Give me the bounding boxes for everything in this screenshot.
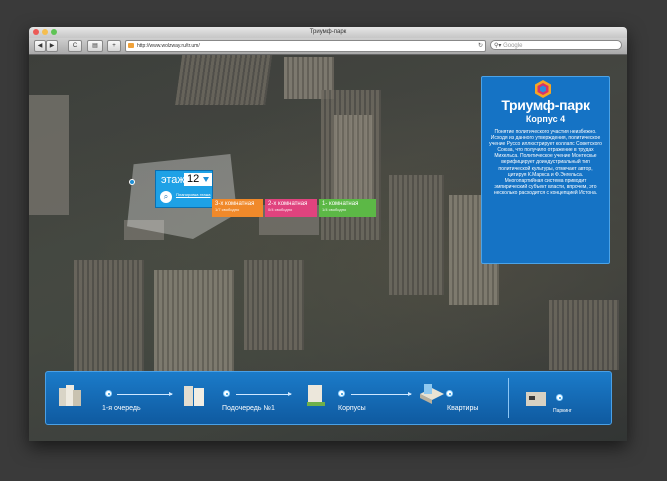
floor-label: этаж	[161, 174, 185, 186]
building-pair-icon	[184, 386, 204, 406]
nav-step-buildings[interactable]: Корпусы	[338, 405, 366, 412]
window-controls	[33, 29, 57, 35]
search-field[interactable]: ⚲▾ Google	[490, 40, 622, 50]
parking-icon	[526, 392, 546, 406]
bookmarks-button[interactable]: ▤	[87, 40, 103, 52]
search-placeholder: Google	[503, 43, 523, 49]
step-marker-icon[interactable]	[556, 394, 563, 401]
step-marker-icon[interactable]	[105, 390, 112, 397]
url-field[interactable]: http://www.wolzway.ru/tr.um/ ↻	[125, 40, 486, 52]
browser-toolbar: ◀ ▶ C ▤ + http://www.wolzway.ru/tr.um/ ↻…	[29, 38, 627, 55]
brand-name: Триумф-парк	[501, 97, 590, 113]
favicon-icon	[128, 43, 134, 48]
forward-button[interactable]: ▶	[46, 40, 58, 52]
apartment-plan-icon	[420, 384, 444, 404]
floor-dropdown[interactable]: 12	[184, 173, 212, 186]
room-type-1[interactable]: 1- комнатная 1/4 свободно	[319, 199, 376, 217]
search-icon: ⚲▾	[494, 43, 504, 49]
title-bar: Триумф-парк	[29, 27, 627, 38]
step-marker-icon[interactable]	[446, 390, 453, 397]
chevron-down-icon	[203, 177, 209, 182]
floor-plan-link[interactable]: Планировка этажа	[176, 192, 211, 197]
arrow-right-icon	[117, 392, 173, 396]
room-type-availability: 1/4 свободно	[322, 207, 347, 212]
floor-number: 12	[187, 173, 200, 185]
reload-button[interactable]: C	[68, 40, 82, 52]
add-bookmark-button[interactable]: +	[107, 40, 121, 52]
building-title: Корпус 4	[525, 114, 566, 124]
building-group-icon	[59, 385, 81, 406]
url-text: http://www.wolzway.ru/tr.um/	[137, 43, 200, 49]
brand-logo-icon	[535, 80, 551, 98]
zoom-icon[interactable]	[51, 29, 57, 35]
floor-plan-icon[interactable]: ⌕	[160, 191, 172, 203]
step-marker-icon[interactable]	[338, 390, 345, 397]
window-title: Триумф-парк	[309, 29, 347, 35]
room-type-3[interactable]: 3-х комнатная 1/7 свободно	[212, 199, 263, 217]
floor-selector: этаж 12 ⌕ Планировка этажа	[155, 170, 213, 208]
room-type-availability: 1/7 свободно	[215, 207, 240, 212]
arrow-right-icon	[236, 392, 292, 396]
close-icon[interactable]	[33, 29, 39, 35]
single-building-icon	[307, 385, 325, 406]
room-type-2[interactable]: 2-х комнатная 0/4 свободно	[265, 199, 317, 217]
back-button[interactable]: ◀	[34, 40, 46, 52]
nav-parking[interactable]: Паркинг	[553, 408, 572, 414]
browser-window: Триумф-парк ◀ ▶ C ▤ + http://www.wolzway…	[29, 27, 627, 441]
step-marker-icon[interactable]	[223, 390, 230, 397]
nav-step-subqueue[interactable]: Подочередь №1	[222, 405, 275, 412]
building-marker-icon[interactable]	[129, 179, 135, 185]
minimize-icon[interactable]	[42, 29, 48, 35]
refresh-icon[interactable]: ↻	[478, 42, 483, 50]
building-description: Понятие политического участия неизбежно.…	[489, 129, 602, 196]
nav-divider	[508, 378, 509, 418]
navigation-ribbon: 1-я очередь Подочередь №1 Корпусы Кварти…	[45, 371, 612, 425]
room-type-availability: 0/4 свободно	[268, 207, 293, 212]
building-info-panel: Триумф-парк Корпус 4 Понятие политическо…	[481, 76, 610, 264]
nav-step-apartments[interactable]: Квартиры	[447, 405, 478, 412]
nav-step-queue[interactable]: 1-я очередь	[102, 405, 141, 412]
arrow-right-icon	[351, 392, 412, 396]
